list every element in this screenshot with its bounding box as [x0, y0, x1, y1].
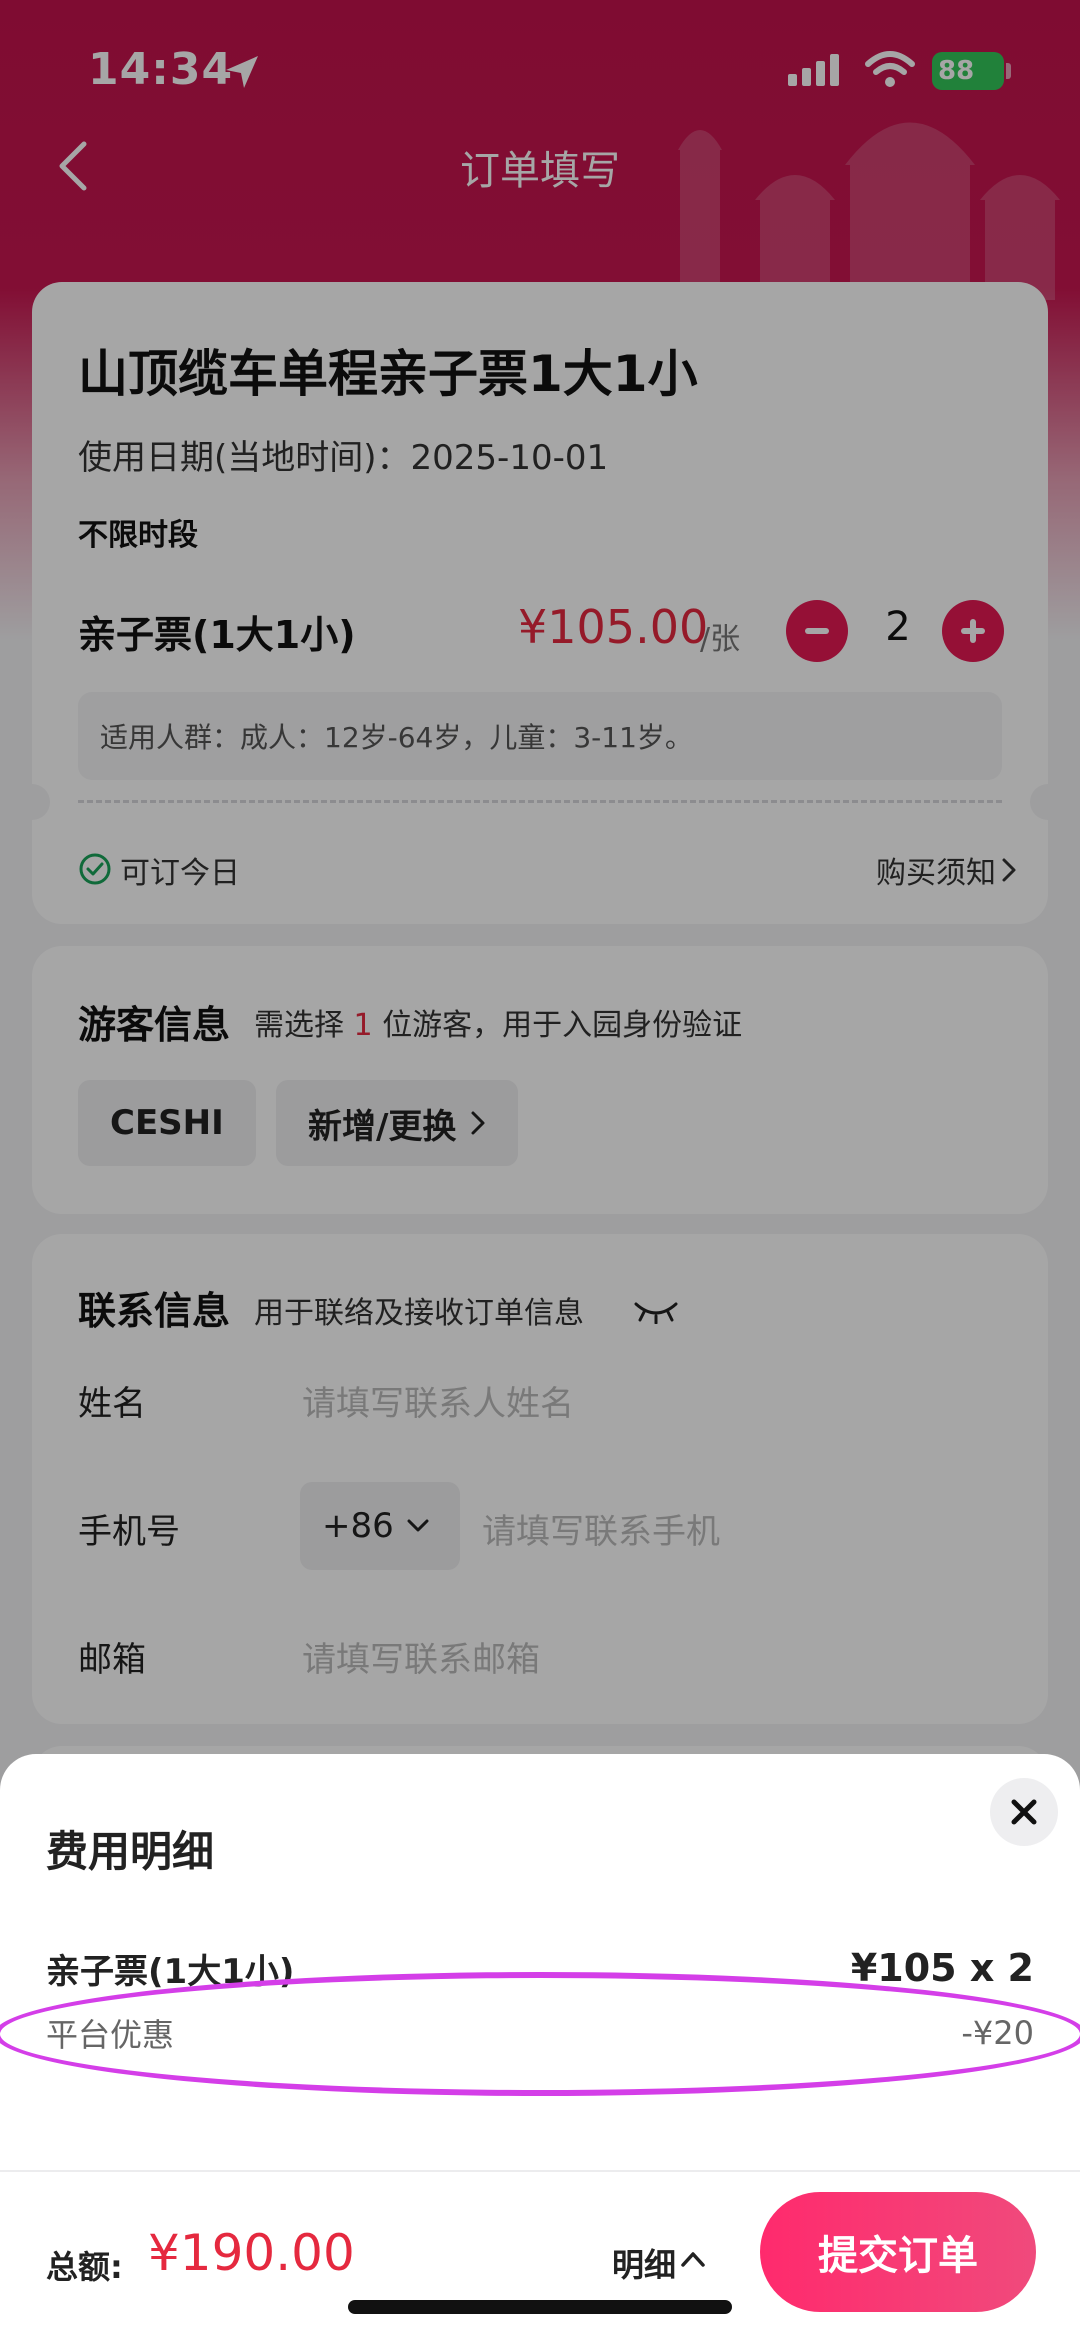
total-label: 总额: — [46, 2248, 123, 2286]
chevron-up-icon[interactable] — [680, 2250, 706, 2268]
total-value: ¥190.00 — [148, 2224, 355, 2282]
submit-order-button[interactable]: 提交订单 — [760, 2192, 1036, 2312]
sheet-divider — [0, 2170, 1080, 2172]
fee-item-value: ¥105 x 2 — [850, 1946, 1034, 1990]
home-indicator — [348, 2300, 732, 2314]
fee-sheet-title: 费用明细 — [46, 1827, 215, 1876]
close-button[interactable] — [990, 1778, 1058, 1846]
highlight-annotation — [0, 1972, 1080, 2096]
close-icon — [1011, 1799, 1037, 1825]
detail-toggle[interactable]: 明细 — [612, 2240, 676, 2286]
